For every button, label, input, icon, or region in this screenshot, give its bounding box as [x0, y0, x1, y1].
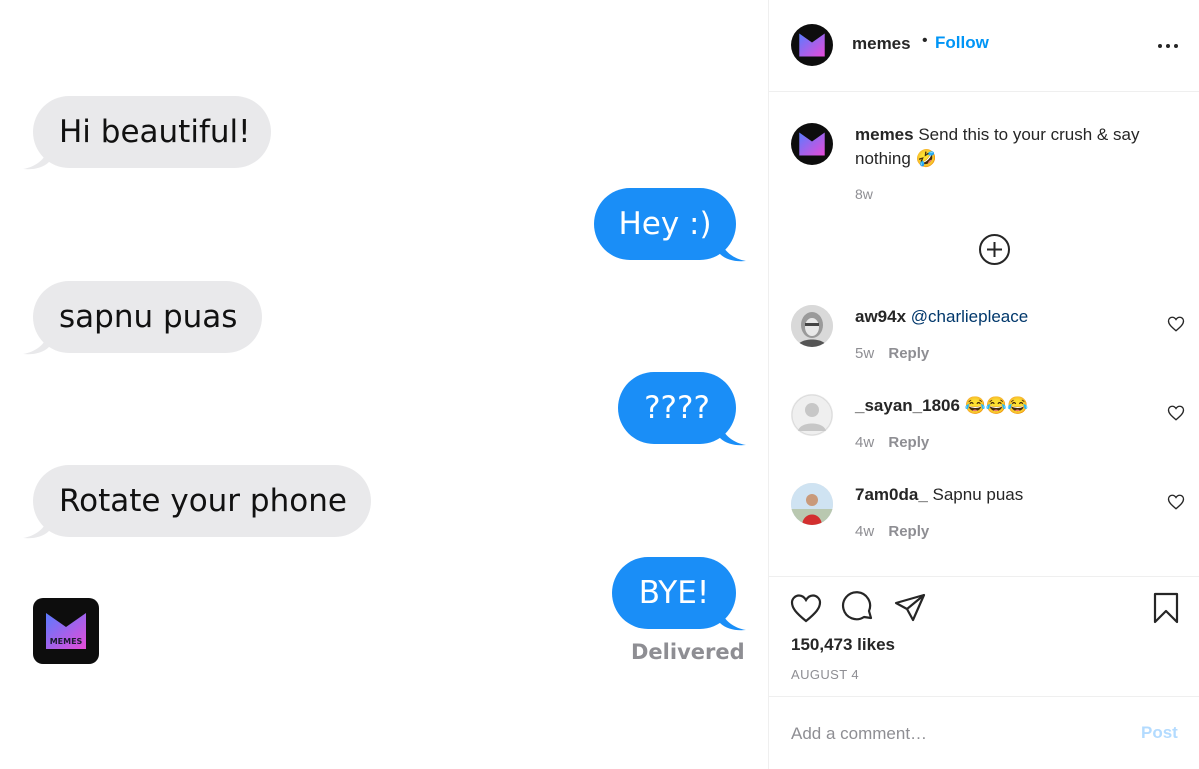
comment-timestamp: 4w — [855, 523, 875, 540]
memes-logo-icon: MEMES — [46, 613, 86, 649]
avatar[interactable] — [791, 483, 833, 525]
post-date: AUGUST 4 — [791, 667, 859, 682]
delivered-status: Delivered — [631, 640, 745, 664]
message-text: Hi beautiful! — [59, 113, 251, 150]
comment-text: _sayan_1806 😂😂😂 — [855, 394, 1028, 418]
heart-icon[interactable] — [1167, 315, 1185, 333]
comment-item: _sayan_1806 😂😂😂 4w Reply — [769, 394, 1199, 474]
likes-count[interactable]: 150,473 likes — [791, 635, 895, 655]
reply-button[interactable]: Reply — [888, 434, 929, 451]
message-bubble-incoming: sapnu puas — [23, 281, 262, 355]
message-bubble-outgoing: BYE! — [612, 557, 746, 631]
memes-logo-icon — [799, 132, 825, 156]
comment-meta: 4w Reply — [855, 434, 929, 451]
user-photo — [791, 305, 833, 347]
post-actions: 150,473 likes AUGUST 4 — [769, 576, 1199, 696]
header-username[interactable]: memes — [852, 34, 911, 54]
comment-timestamp: 5w — [855, 345, 875, 362]
comment-body: Sapnu puas — [932, 485, 1024, 504]
post-image[interactable]: Hi beautiful! Hey :) sapnu puas ???? Rot… — [0, 0, 768, 769]
comment-username[interactable]: aw94x — [855, 307, 906, 326]
comment-username[interactable]: 7am0da_ — [855, 485, 928, 504]
avatar[interactable] — [791, 394, 833, 436]
add-comment-bar: Post — [769, 696, 1199, 769]
bubble-tail — [720, 609, 746, 631]
post-button[interactable]: Post — [1141, 723, 1178, 743]
comment-body: 😂😂😂 — [964, 396, 1029, 415]
message-bubble-outgoing: Hey :) — [594, 188, 746, 262]
comment-item: 7am0da_ Sapnu puas 4w Reply — [769, 483, 1199, 563]
plus-circle-icon[interactable] — [978, 233, 1011, 266]
more-options-icon[interactable] — [1155, 36, 1181, 56]
post-header: memes • Follow — [769, 0, 1199, 92]
separator-dot: • — [922, 32, 928, 49]
message-text: sapnu puas — [59, 298, 238, 335]
bubble-tail — [720, 240, 746, 262]
message-bubble-incoming: Hi beautiful! — [23, 96, 271, 170]
message-text: BYE! — [638, 574, 710, 611]
comment-input[interactable] — [791, 721, 1121, 747]
heart-icon[interactable] — [789, 591, 823, 625]
message-bubble-outgoing: ???? — [618, 372, 746, 446]
comment-text: 7am0da_ Sapnu puas — [855, 483, 1023, 507]
mention-link[interactable]: @charliepleace — [911, 307, 1028, 326]
follow-button[interactable]: Follow — [935, 33, 989, 53]
logo-text: MEMES — [50, 637, 83, 646]
bubble-tail — [23, 148, 49, 170]
comment-meta: 5w Reply — [855, 345, 929, 362]
memes-logo-icon — [799, 33, 825, 57]
comment-timestamp: 4w — [855, 434, 875, 451]
comment-item: aw94x @charliepleace 5w Reply — [769, 305, 1199, 385]
comment-username[interactable]: _sayan_1806 — [855, 396, 960, 415]
message-text: ???? — [644, 389, 710, 426]
bubble-tail — [720, 424, 746, 446]
post-caption: memes Send this to your crush & say noth… — [855, 123, 1175, 171]
paper-plane-icon[interactable] — [893, 591, 927, 625]
avatar[interactable] — [791, 123, 833, 165]
bookmark-icon[interactable] — [1149, 591, 1183, 625]
post-sidebar: memes • Follow memes Send this to your c… — [768, 0, 1199, 769]
comment-icon[interactable] — [841, 591, 875, 625]
caption-timestamp: 8w — [855, 186, 873, 202]
default-avatar-icon — [791, 394, 833, 436]
reply-button[interactable]: Reply — [888, 523, 929, 540]
comment-meta: 4w Reply — [855, 523, 929, 540]
avatar[interactable] — [791, 24, 833, 66]
message-bubble-incoming: Rotate your phone — [23, 465, 371, 539]
bubble-tail — [23, 517, 49, 539]
heart-icon[interactable] — [1167, 493, 1185, 511]
caption-username[interactable]: memes — [855, 125, 914, 144]
memes-logo: MEMES — [33, 598, 99, 664]
message-text: Rotate your phone — [59, 482, 347, 519]
avatar[interactable] — [791, 305, 833, 347]
comment-text: aw94x @charliepleace — [855, 305, 1028, 329]
reply-button[interactable]: Reply — [888, 345, 929, 362]
user-photo — [791, 483, 833, 525]
bubble-tail — [23, 333, 49, 355]
message-text: Hey :) — [618, 205, 712, 242]
heart-icon[interactable] — [1167, 404, 1185, 422]
